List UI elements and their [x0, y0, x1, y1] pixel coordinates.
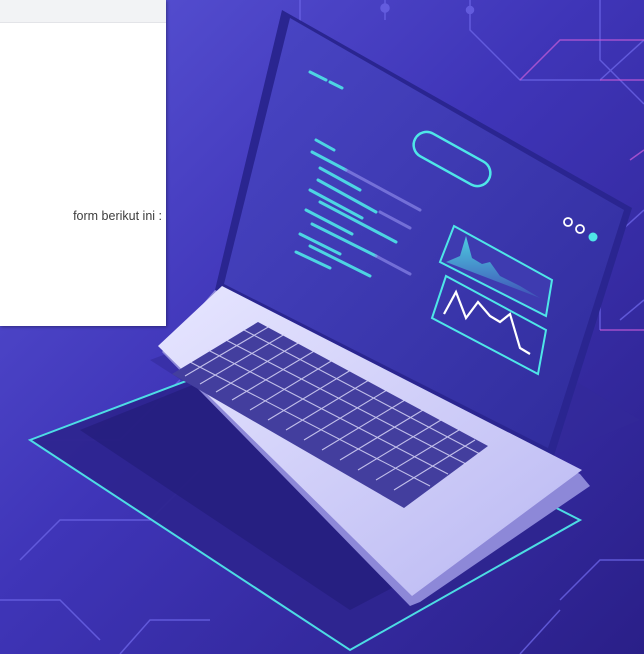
form-instruction-text: form berikut ini :: [73, 209, 162, 223]
window-dot-3: [588, 232, 598, 242]
panel-top-bar: [0, 0, 166, 23]
content-panel: form berikut ini :: [0, 0, 166, 326]
